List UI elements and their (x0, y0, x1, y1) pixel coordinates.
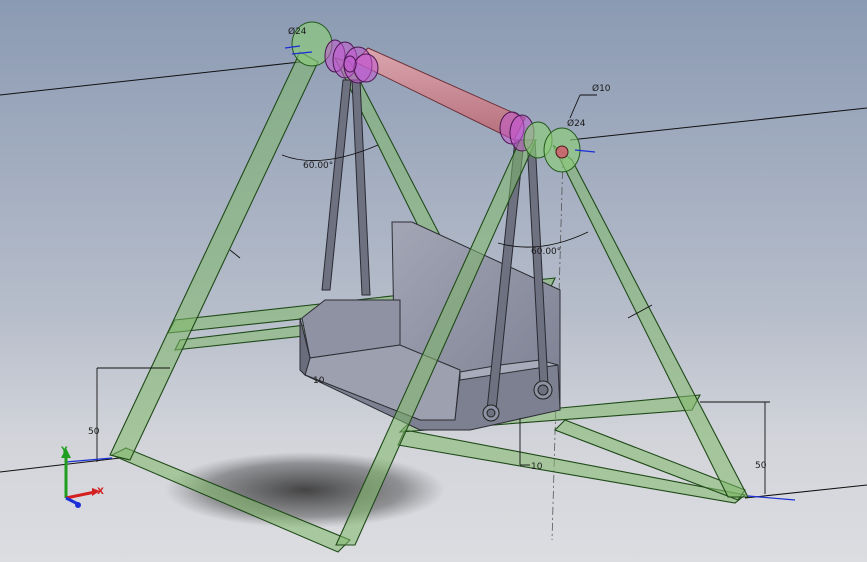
dim-right-angle[interactable]: 60.00° (531, 247, 561, 257)
triad-y-label: Y (60, 446, 68, 456)
cad-model-scene[interactable]: Ø24 Ø10 Ø24 60.00° 60.00° 50 50 10 10 Y … (0, 0, 867, 562)
dim-right-diameter-small[interactable]: Ø10 (592, 83, 611, 94)
swing-seat[interactable] (299, 221, 561, 431)
dim-top-left-diameter[interactable]: Ø24 (288, 26, 307, 37)
dim-seat-thickness[interactable]: 10 (313, 376, 325, 386)
dim-right-height[interactable]: 50 (755, 461, 767, 471)
dim-left-angle[interactable]: 60.00° (303, 161, 333, 171)
dim-bottom-offset[interactable]: 10 (531, 462, 543, 472)
dim-left-height[interactable]: 50 (88, 427, 100, 437)
graphics-viewport[interactable]: Ø24 Ø10 Ø24 60.00° 60.00° 50 50 10 10 Y … (0, 0, 867, 562)
triad-x-label: X (97, 487, 104, 497)
dim-right-diameter-large[interactable]: Ø24 (567, 118, 586, 129)
